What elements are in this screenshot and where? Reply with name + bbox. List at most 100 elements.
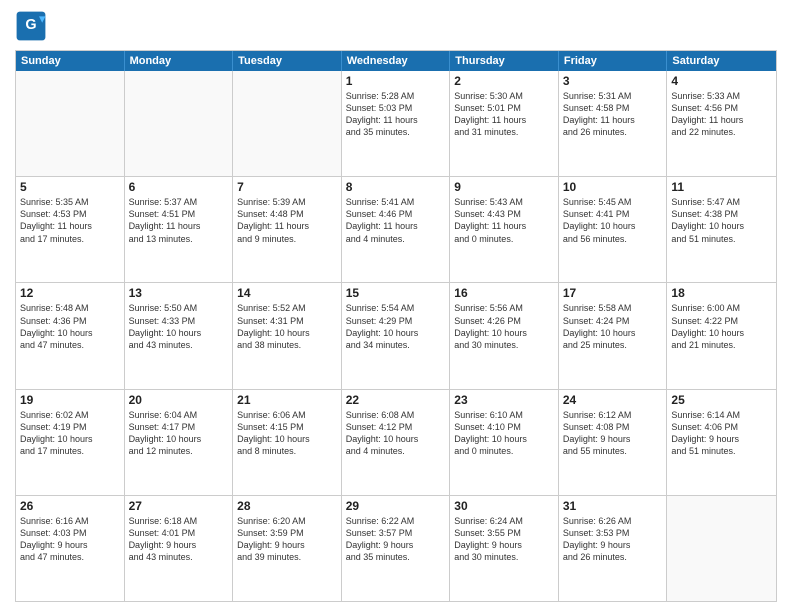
day-number: 1 [346, 74, 446, 88]
calendar-cell-empty-1 [125, 71, 234, 176]
calendar-cell-31: 31 Sunrise: 6:26 AM Sunset: 3:53 PM Dayli… [559, 496, 668, 601]
day-number: 27 [129, 499, 229, 513]
calendar-row-3: 12 Sunrise: 5:48 AM Sunset: 4:36 PM Dayli… [16, 282, 776, 388]
day-info: Sunrise: 6:16 AM Sunset: 4:03 PM Dayligh… [20, 515, 120, 564]
day-number: 30 [454, 499, 554, 513]
day-info: Sunrise: 5:47 AM Sunset: 4:38 PM Dayligh… [671, 196, 772, 245]
calendar-row-1: 1Sunrise: 5:28 AM Sunset: 5:03 PM Daylig… [16, 71, 776, 176]
calendar-cell-empty-0 [16, 71, 125, 176]
day-info: Sunrise: 6:26 AM Sunset: 3:53 PM Dayligh… [563, 515, 663, 564]
calendar-cell-23: 23 Sunrise: 6:10 AM Sunset: 4:10 PM Dayli… [450, 390, 559, 495]
calendar-cell-27: 27 Sunrise: 6:18 AM Sunset: 4:01 PM Dayli… [125, 496, 234, 601]
day-number: 24 [563, 393, 663, 407]
day-number: 17 [563, 286, 663, 300]
day-number: 16 [454, 286, 554, 300]
day-number: 14 [237, 286, 337, 300]
calendar-cell-3: 3Sunrise: 5:31 AM Sunset: 4:58 PM Daylig… [559, 71, 668, 176]
day-info: Sunrise: 5:35 AM Sunset: 4:53 PM Dayligh… [20, 196, 120, 245]
day-info: Sunrise: 6:22 AM Sunset: 3:57 PM Dayligh… [346, 515, 446, 564]
header-cell-tuesday: Tuesday [233, 51, 342, 71]
day-info: Sunrise: 5:45 AM Sunset: 4:41 PM Dayligh… [563, 196, 663, 245]
day-info: Sunrise: 6:06 AM Sunset: 4:15 PM Dayligh… [237, 409, 337, 458]
day-info: Sunrise: 6:20 AM Sunset: 3:59 PM Dayligh… [237, 515, 337, 564]
day-info: Sunrise: 6:04 AM Sunset: 4:17 PM Dayligh… [129, 409, 229, 458]
header-cell-saturday: Saturday [667, 51, 776, 71]
day-info: Sunrise: 6:14 AM Sunset: 4:06 PM Dayligh… [671, 409, 772, 458]
calendar-body: 1Sunrise: 5:28 AM Sunset: 5:03 PM Daylig… [16, 71, 776, 601]
day-info: Sunrise: 5:33 AM Sunset: 4:56 PM Dayligh… [671, 90, 772, 139]
day-number: 9 [454, 180, 554, 194]
day-number: 15 [346, 286, 446, 300]
calendar-row-5: 26 Sunrise: 6:16 AM Sunset: 4:03 PM Dayli… [16, 495, 776, 601]
day-number: 13 [129, 286, 229, 300]
day-info: Sunrise: 5:43 AM Sunset: 4:43 PM Dayligh… [454, 196, 554, 245]
calendar-cell-empty-6 [667, 496, 776, 601]
day-info: Sunrise: 6:24 AM Sunset: 3:55 PM Dayligh… [454, 515, 554, 564]
day-info: Sunrise: 5:48 AM Sunset: 4:36 PM Dayligh… [20, 302, 120, 351]
header-cell-wednesday: Wednesday [342, 51, 451, 71]
day-info: Sunrise: 6:18 AM Sunset: 4:01 PM Dayligh… [129, 515, 229, 564]
day-number: 10 [563, 180, 663, 194]
calendar-cell-15: 15 Sunrise: 5:54 AM Sunset: 4:29 PM Dayli… [342, 283, 451, 388]
calendar-cell-28: 28Sunrise: 6:20 AM Sunset: 3:59 PM Dayli… [233, 496, 342, 601]
logo: G [15, 10, 51, 42]
day-info: Sunrise: 5:52 AM Sunset: 4:31 PM Dayligh… [237, 302, 337, 351]
calendar-cell-6: 6 Sunrise: 5:37 AM Sunset: 4:51 PM Daylig… [125, 177, 234, 282]
calendar-cell-14: 14 Sunrise: 5:52 AM Sunset: 4:31 PM Dayli… [233, 283, 342, 388]
calendar-cell-12: 12 Sunrise: 5:48 AM Sunset: 4:36 PM Dayli… [16, 283, 125, 388]
header-cell-thursday: Thursday [450, 51, 559, 71]
day-number: 23 [454, 393, 554, 407]
header-cell-friday: Friday [559, 51, 668, 71]
calendar-cell-16: 16 Sunrise: 5:56 AM Sunset: 4:26 PM Dayli… [450, 283, 559, 388]
day-info: Sunrise: 5:39 AM Sunset: 4:48 PM Dayligh… [237, 196, 337, 245]
day-number: 6 [129, 180, 229, 194]
day-info: Sunrise: 5:56 AM Sunset: 4:26 PM Dayligh… [454, 302, 554, 351]
day-info: Sunrise: 5:37 AM Sunset: 4:51 PM Dayligh… [129, 196, 229, 245]
day-info: Sunrise: 6:00 AM Sunset: 4:22 PM Dayligh… [671, 302, 772, 351]
calendar-cell-18: 18 Sunrise: 6:00 AM Sunset: 4:22 PM Dayli… [667, 283, 776, 388]
day-info: Sunrise: 5:54 AM Sunset: 4:29 PM Dayligh… [346, 302, 446, 351]
day-number: 20 [129, 393, 229, 407]
calendar-cell-19: 19Sunrise: 6:02 AM Sunset: 4:19 PM Dayli… [16, 390, 125, 495]
calendar-cell-5: 5 Sunrise: 5:35 AM Sunset: 4:53 PM Daylig… [16, 177, 125, 282]
day-number: 5 [20, 180, 120, 194]
calendar-row-2: 5 Sunrise: 5:35 AM Sunset: 4:53 PM Daylig… [16, 176, 776, 282]
day-info: Sunrise: 6:10 AM Sunset: 4:10 PM Dayligh… [454, 409, 554, 458]
calendar-cell-7: 7 Sunrise: 5:39 AM Sunset: 4:48 PM Daylig… [233, 177, 342, 282]
day-info: Sunrise: 5:50 AM Sunset: 4:33 PM Dayligh… [129, 302, 229, 351]
calendar-header: SundayMondayTuesdayWednesdayThursdayFrid… [16, 51, 776, 71]
calendar-cell-8: 8Sunrise: 5:41 AM Sunset: 4:46 PM Daylig… [342, 177, 451, 282]
header-cell-sunday: Sunday [16, 51, 125, 71]
day-info: Sunrise: 5:30 AM Sunset: 5:01 PM Dayligh… [454, 90, 554, 139]
day-number: 12 [20, 286, 120, 300]
day-info: Sunrise: 6:12 AM Sunset: 4:08 PM Dayligh… [563, 409, 663, 458]
calendar-cell-1: 1Sunrise: 5:28 AM Sunset: 5:03 PM Daylig… [342, 71, 451, 176]
day-info: Sunrise: 5:58 AM Sunset: 4:24 PM Dayligh… [563, 302, 663, 351]
calendar-cell-25: 25 Sunrise: 6:14 AM Sunset: 4:06 PM Dayli… [667, 390, 776, 495]
svg-text:G: G [25, 17, 36, 33]
calendar: SundayMondayTuesdayWednesdayThursdayFrid… [15, 50, 777, 602]
calendar-cell-10: 10 Sunrise: 5:45 AM Sunset: 4:41 PM Dayli… [559, 177, 668, 282]
day-number: 7 [237, 180, 337, 194]
day-info: Sunrise: 5:41 AM Sunset: 4:46 PM Dayligh… [346, 196, 446, 245]
day-number: 19 [20, 393, 120, 407]
day-number: 26 [20, 499, 120, 513]
calendar-cell-24: 24 Sunrise: 6:12 AM Sunset: 4:08 PM Dayli… [559, 390, 668, 495]
calendar-cell-9: 9 Sunrise: 5:43 AM Sunset: 4:43 PM Daylig… [450, 177, 559, 282]
calendar-cell-11: 11 Sunrise: 5:47 AM Sunset: 4:38 PM Dayli… [667, 177, 776, 282]
calendar-cell-17: 17 Sunrise: 5:58 AM Sunset: 4:24 PM Dayli… [559, 283, 668, 388]
day-number: 18 [671, 286, 772, 300]
day-number: 29 [346, 499, 446, 513]
logo-icon: G [15, 10, 47, 42]
calendar-cell-2: 2Sunrise: 5:30 AM Sunset: 5:01 PM Daylig… [450, 71, 559, 176]
day-number: 11 [671, 180, 772, 194]
day-info: Sunrise: 6:08 AM Sunset: 4:12 PM Dayligh… [346, 409, 446, 458]
day-info: Sunrise: 5:31 AM Sunset: 4:58 PM Dayligh… [563, 90, 663, 139]
day-number: 4 [671, 74, 772, 88]
day-number: 25 [671, 393, 772, 407]
calendar-cell-13: 13 Sunrise: 5:50 AM Sunset: 4:33 PM Dayli… [125, 283, 234, 388]
calendar-cell-22: 22 Sunrise: 6:08 AM Sunset: 4:12 PM Dayli… [342, 390, 451, 495]
day-number: 31 [563, 499, 663, 513]
calendar-cell-4: 4 Sunrise: 5:33 AM Sunset: 4:56 PM Daylig… [667, 71, 776, 176]
day-number: 22 [346, 393, 446, 407]
